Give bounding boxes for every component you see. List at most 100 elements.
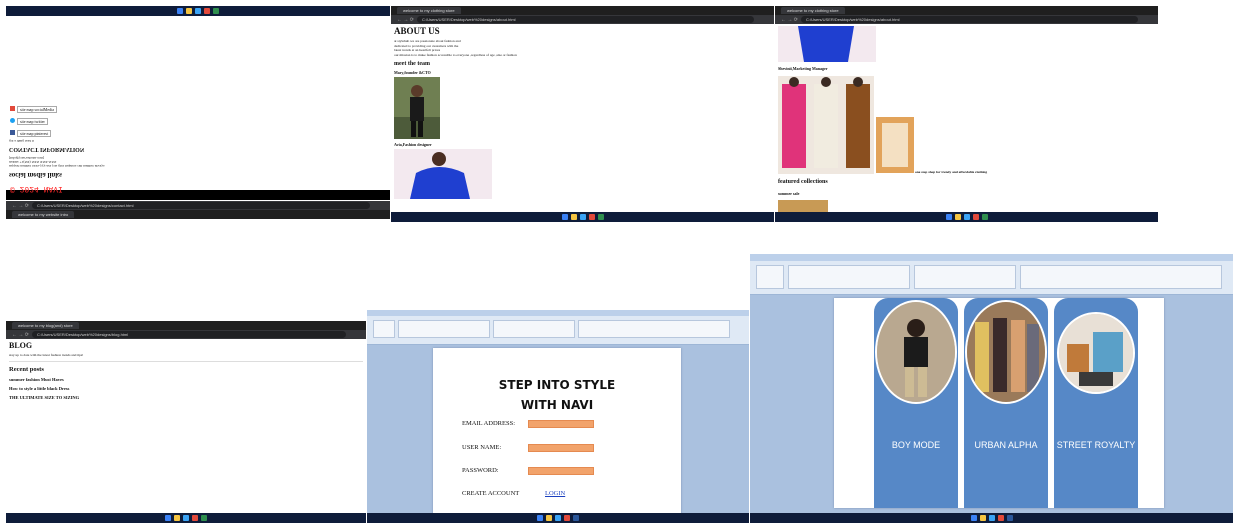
username-input[interactable] [528, 444, 594, 452]
intro-text: at stylehub we are passionate about fash… [394, 39, 517, 57]
store-icon[interactable] [201, 515, 207, 521]
windows-start-icon[interactable] [165, 515, 171, 521]
contact-heading: CONTACT INFORMATION [9, 146, 85, 152]
panel-1-photo [875, 300, 957, 404]
address-bar[interactable]: ← → ⟳ C:/Users/USER/Desktop/web%20designs… [6, 201, 390, 210]
paste-button[interactable] [756, 265, 784, 289]
summer-label: summer sale [778, 191, 800, 196]
url-text[interactable]: C:/Users/USER/Desktop/web%20designs/abou… [800, 16, 1138, 23]
email-label: EMAIL ADDRESS: [462, 420, 516, 427]
chrome-icon[interactable] [192, 515, 198, 521]
word-icon[interactable] [1006, 515, 1013, 521]
subline: stay up to date with the latest fashion … [9, 353, 84, 357]
file-explorer-icon[interactable] [570, 214, 577, 220]
social-button-2[interactable]: site map twitter [10, 118, 57, 125]
windows-start-icon[interactable] [945, 214, 952, 220]
edge-icon[interactable] [183, 515, 189, 521]
file-explorer-icon[interactable] [186, 8, 192, 14]
windows-start-icon[interactable] [970, 515, 977, 521]
login-link[interactable]: LOGIN [545, 490, 565, 497]
styles-gallery[interactable] [1020, 265, 1222, 289]
browser-tab[interactable]: welcome to my blog(and) store [12, 322, 79, 329]
doc-title-line-2: WITH NAVI [520, 398, 594, 412]
browser-tab[interactable]: welcome to my clothing store [397, 7, 461, 14]
page-title: BLOG [9, 341, 33, 350]
file-explorer-icon[interactable] [174, 515, 180, 521]
windows-start-icon[interactable] [537, 515, 543, 521]
url-text[interactable]: C:/Users/USER/Desktop/web%20designs/cont… [31, 202, 370, 209]
tab-strip: welcome to my clothing store [391, 6, 774, 15]
taskbar [367, 513, 749, 523]
collection-panel-1[interactable]: BOY MODE [874, 298, 958, 508]
file-explorer-icon[interactable] [979, 515, 986, 521]
address-bar[interactable]: ← → ⟳ C:/Users/USER/Desktop/web%20designs… [6, 330, 366, 339]
social-button-3[interactable]: site map pinterest [10, 130, 57, 137]
member-2-photo-bottom [778, 26, 876, 62]
styles-gallery[interactable] [578, 320, 730, 338]
member-3-photo [778, 76, 874, 174]
collection-panel-2[interactable]: URBAN ALPHA [964, 298, 1048, 508]
windows-start-icon[interactable] [177, 8, 183, 14]
post-link-1[interactable]: summer fashion Must Haves [9, 377, 363, 382]
taskbar [6, 6, 390, 16]
password-input[interactable] [528, 467, 594, 475]
panel-2-label: URBAN ALPHA [974, 440, 1038, 450]
file-explorer-icon[interactable] [954, 214, 961, 220]
social-buttons: site map socialMedia site map twitter si… [10, 106, 57, 137]
contact-line-3: [info@yourwebsite.com] [9, 156, 45, 160]
document-page: BOY MODE URBAN ALPHA STREET ROYALTY [834, 298, 1164, 508]
word-icon[interactable] [573, 515, 579, 521]
post-link-3[interactable]: THE ULTIMATE SIZE TO SIZING [9, 395, 363, 400]
member-3-name: Shevinii,Marketing Manager [778, 66, 828, 71]
password-label: PASSWORD: [462, 467, 499, 474]
file-explorer-icon[interactable] [546, 515, 552, 521]
edge-icon[interactable] [555, 515, 561, 521]
taskbar [391, 212, 774, 222]
page-title: ABOUT US [394, 26, 440, 36]
browser-chrome-flipped: ← → ⟳ C:/Users/USER/Desktop/web%20designs… [6, 201, 390, 219]
post-link-2[interactable]: How to style a little black Dress [9, 386, 363, 391]
screenshot-about-page: welcome to my clothing store ← → ⟳ C:/Use… [391, 6, 774, 222]
social-heading: social media links [9, 171, 62, 179]
store-icon[interactable] [213, 8, 219, 14]
address-bar[interactable]: ← → ⟳ C:/Users/USER/Desktop/web%20designs… [391, 15, 774, 24]
url-text[interactable]: C:/Users/USER/Desktop/web%20designs/abou… [416, 16, 754, 23]
flipped-content: social media links support number xxxx-y… [9, 139, 379, 179]
font-group[interactable] [788, 265, 910, 289]
edge-icon[interactable] [963, 214, 970, 220]
paragraph-group[interactable] [914, 265, 1016, 289]
chrome-icon[interactable] [204, 8, 210, 14]
address-bar[interactable]: ← → ⟳ C:/Users/USER/Desktop/web%20designs… [775, 15, 1158, 24]
browser-tab[interactable]: welcome to my website intro [12, 211, 75, 218]
browser-tab[interactable]: welcome to my clothing store [781, 7, 845, 14]
chrome-icon[interactable] [588, 214, 595, 220]
collection-panel-3[interactable]: STREET ROYALTY [1054, 298, 1138, 508]
word-ribbon [367, 310, 749, 345]
footer-banner: © 2024 NAVI [6, 184, 390, 200]
email-input[interactable] [528, 420, 594, 428]
doc-title-line-1: STEP INTO STYLE [498, 378, 616, 392]
edge-icon[interactable] [579, 214, 586, 220]
panel-3-label: STREET ROYALTY [1056, 440, 1136, 450]
store-icon[interactable] [981, 214, 988, 220]
paragraph-group[interactable] [493, 320, 575, 338]
chrome-icon[interactable] [972, 214, 979, 220]
small-line: got a thing read it [9, 139, 34, 143]
screenshot-blog-page: welcome to my blog(and) store ← → ⟳ C:/Us… [6, 321, 366, 523]
screenshot-about-scrolled: welcome to my clothing store ← → ⟳ C:/Use… [775, 6, 1158, 222]
chrome-icon[interactable] [997, 515, 1004, 521]
screenshot-word-signup: STEP INTO STYLE WITH NAVI EMAIL ADDRESS:… [367, 310, 749, 523]
windows-start-icon[interactable] [561, 214, 568, 220]
url-text[interactable]: C:/Users/USER/Desktop/web%20designs/blog… [31, 331, 346, 338]
taskbar [6, 513, 366, 523]
chrome-icon[interactable] [564, 515, 570, 521]
edge-icon[interactable] [988, 515, 995, 521]
panel-1-label: BOY MODE [891, 440, 941, 450]
edge-icon[interactable] [195, 8, 201, 14]
screenshot-contact-page: site map socialMedia site map twitter si… [6, 6, 390, 222]
social-button-1[interactable]: site map socialMedia [10, 106, 57, 113]
paste-button[interactable] [373, 320, 395, 338]
store-icon[interactable] [597, 214, 604, 220]
font-group[interactable] [398, 320, 490, 338]
tab-strip: welcome to my clothing store [775, 6, 1158, 15]
